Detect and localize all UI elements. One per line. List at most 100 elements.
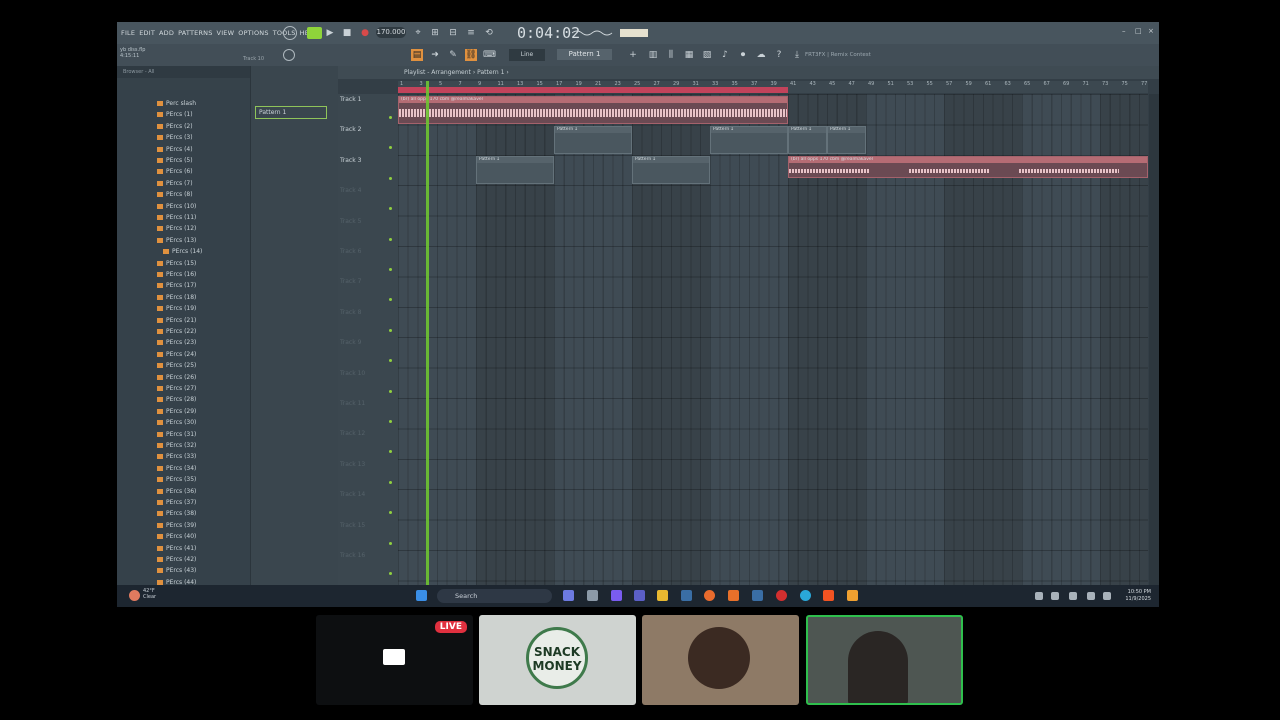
pattern-clip[interactable]: Pattern 1 bbox=[632, 156, 710, 184]
browser-item[interactable]: PErcs (6) bbox=[157, 167, 193, 177]
track-header[interactable]: Track 14 bbox=[340, 491, 365, 498]
browser-item[interactable]: PErcs (10) bbox=[157, 202, 196, 212]
pattern-list-item[interactable]: Pattern 1 bbox=[255, 106, 327, 119]
track-mute-led[interactable] bbox=[389, 176, 392, 180]
pattern-clip[interactable]: Pattern 1 bbox=[554, 126, 632, 154]
browser-item[interactable]: PErcs (11) bbox=[157, 213, 196, 223]
browser-item[interactable]: PErcs (3) bbox=[157, 133, 193, 143]
play-icon[interactable]: ▶ bbox=[324, 27, 336, 39]
menu-add[interactable]: ADD bbox=[159, 29, 174, 37]
master-volume-knob[interactable] bbox=[283, 26, 297, 40]
brave-icon[interactable] bbox=[823, 590, 834, 601]
tray-chevron-icon[interactable] bbox=[1035, 592, 1043, 600]
copilot-icon[interactable] bbox=[563, 590, 574, 601]
tray-mic-icon[interactable] bbox=[1069, 592, 1077, 600]
minimize-icon[interactable]: – bbox=[1122, 28, 1129, 35]
weather-widget[interactable]: 42°F Clear bbox=[143, 588, 156, 600]
metronome-icon[interactable]: ⌖ bbox=[412, 27, 424, 39]
track-mute-led[interactable] bbox=[389, 541, 392, 545]
track-header[interactable]: Track 7 bbox=[340, 278, 361, 285]
taskbar-clock[interactable]: 10:50 PM 11/9/2025 bbox=[1125, 589, 1151, 603]
piano-roll-icon[interactable]: ▥ bbox=[647, 49, 659, 61]
track-header[interactable]: Track 4 bbox=[340, 187, 361, 194]
track-header[interactable]: Track 16 bbox=[340, 552, 365, 559]
track-header[interactable]: Track 8 bbox=[340, 309, 361, 316]
record-icon[interactable]: ● bbox=[359, 27, 371, 39]
tempo-display[interactable]: 170.000 bbox=[376, 27, 406, 38]
track-header[interactable]: Track 12 bbox=[340, 430, 365, 437]
menu-file[interactable]: FILE bbox=[121, 29, 135, 37]
track-mute-led[interactable] bbox=[389, 450, 392, 454]
track-mute-led[interactable] bbox=[389, 116, 392, 119]
track-header[interactable]: Track 1 bbox=[340, 96, 361, 103]
browser-item[interactable]: PErcs (34) bbox=[157, 464, 196, 474]
track-mute-led[interactable] bbox=[389, 420, 392, 423]
firefox-icon[interactable] bbox=[704, 590, 715, 601]
browser-item[interactable]: PErcs (1) bbox=[157, 110, 193, 120]
timeline-ruler[interactable]: 1 3 5 7 9 11 13 15 17 19 21 23 25 27 29 31 33 35 37 39 41 43 4… bbox=[398, 81, 1148, 93]
vertical-scrollbar[interactable] bbox=[1149, 94, 1159, 607]
track-header[interactable]: Track 15 bbox=[340, 522, 365, 529]
stream-tile-screen[interactable]: LIVE bbox=[316, 615, 473, 705]
browser-item[interactable]: PErcs (5) bbox=[157, 156, 193, 166]
browser-item[interactable]: PErcs (29) bbox=[157, 407, 196, 417]
tray-volume-icon[interactable] bbox=[1103, 592, 1111, 600]
pattern-clip[interactable]: Pattern 1 bbox=[476, 156, 554, 184]
steam-icon-2[interactable] bbox=[752, 590, 763, 601]
track-mute-led[interactable] bbox=[389, 328, 392, 332]
track-mute-led[interactable] bbox=[389, 572, 392, 575]
opera-icon[interactable] bbox=[776, 590, 787, 601]
browser-item[interactable]: PErcs (24) bbox=[157, 350, 196, 360]
track-header[interactable]: Track 2 bbox=[340, 126, 361, 133]
browser-item[interactable]: Perc slash bbox=[157, 99, 196, 109]
menu-patterns[interactable]: PATTERNS bbox=[178, 29, 212, 37]
browser-item[interactable]: PErcs (27) bbox=[157, 384, 196, 394]
browser-item[interactable]: PErcs (13) bbox=[157, 236, 196, 246]
browser-item[interactable]: PErcs (37) bbox=[157, 498, 196, 508]
mixer-icon[interactable]: ⫼ bbox=[665, 49, 677, 61]
stream-tile-logo[interactable]: SNACK MONEY bbox=[479, 615, 636, 705]
menu-edit[interactable]: EDIT bbox=[139, 29, 155, 37]
pattern-selector[interactable]: Pattern 1 bbox=[557, 49, 612, 60]
track-header[interactable]: Track 11 bbox=[340, 400, 365, 407]
browser-item[interactable]: PErcs (36) bbox=[157, 487, 196, 497]
fl-studio-icon[interactable] bbox=[847, 590, 858, 601]
browser-item[interactable]: PErcs (2) bbox=[157, 122, 193, 132]
browser-item[interactable]: PErcs (23) bbox=[157, 338, 196, 348]
browser-item[interactable]: PErcs (4) bbox=[157, 145, 193, 155]
typing-keyboard-icon[interactable]: ⌨ bbox=[483, 49, 496, 61]
plus-icon[interactable]: + bbox=[627, 49, 639, 61]
pattern-clip[interactable]: Pattern 1 bbox=[827, 126, 866, 154]
track-mute-led[interactable] bbox=[389, 237, 392, 241]
browser-item[interactable]: PErcs (31) bbox=[157, 430, 196, 440]
browser-item[interactable]: PErcs (18) bbox=[157, 293, 196, 303]
track-header[interactable]: Track 6 bbox=[340, 248, 361, 255]
browser-item[interactable]: PErcs (14) bbox=[163, 247, 202, 257]
track-mute-led[interactable] bbox=[389, 298, 392, 302]
track-header[interactable]: Track 13 bbox=[340, 461, 365, 468]
browser-item[interactable]: PErcs (38) bbox=[157, 509, 196, 519]
track-mute-led[interactable] bbox=[389, 207, 392, 211]
browser-item[interactable]: PErcs (12) bbox=[157, 224, 196, 234]
arrow-icon[interactable]: ➜ bbox=[429, 49, 441, 61]
track-mute-led[interactable] bbox=[389, 359, 392, 363]
playhead[interactable] bbox=[426, 81, 429, 607]
taskbar-search[interactable]: Search bbox=[437, 589, 552, 603]
brush-icon[interactable]: ✎ bbox=[447, 49, 459, 61]
browser-item[interactable]: PErcs (21) bbox=[157, 316, 196, 326]
tray-wifi-icon[interactable] bbox=[1087, 592, 1095, 600]
step-edit-icon[interactable]: ≡ bbox=[465, 27, 477, 39]
browser-icon[interactable]: ▧ bbox=[701, 49, 713, 61]
track-mute-led[interactable] bbox=[389, 511, 392, 515]
master-pitch-knob[interactable] bbox=[283, 49, 295, 61]
track-header[interactable]: Track 10 bbox=[340, 370, 365, 377]
track-header[interactable]: Track 3 bbox=[340, 157, 361, 164]
stream-tile-guest[interactable] bbox=[642, 615, 799, 705]
vlc-icon[interactable] bbox=[728, 590, 739, 601]
countdown-icon[interactable]: ⊟ bbox=[447, 27, 459, 39]
loop-region[interactable] bbox=[398, 87, 788, 93]
pattern-clip[interactable]: Pattern 1 bbox=[710, 126, 788, 154]
browser-item[interactable]: PErcs (26) bbox=[157, 373, 196, 383]
file-explorer-icon[interactable] bbox=[657, 590, 668, 601]
help-icon[interactable]: ? bbox=[773, 49, 785, 61]
